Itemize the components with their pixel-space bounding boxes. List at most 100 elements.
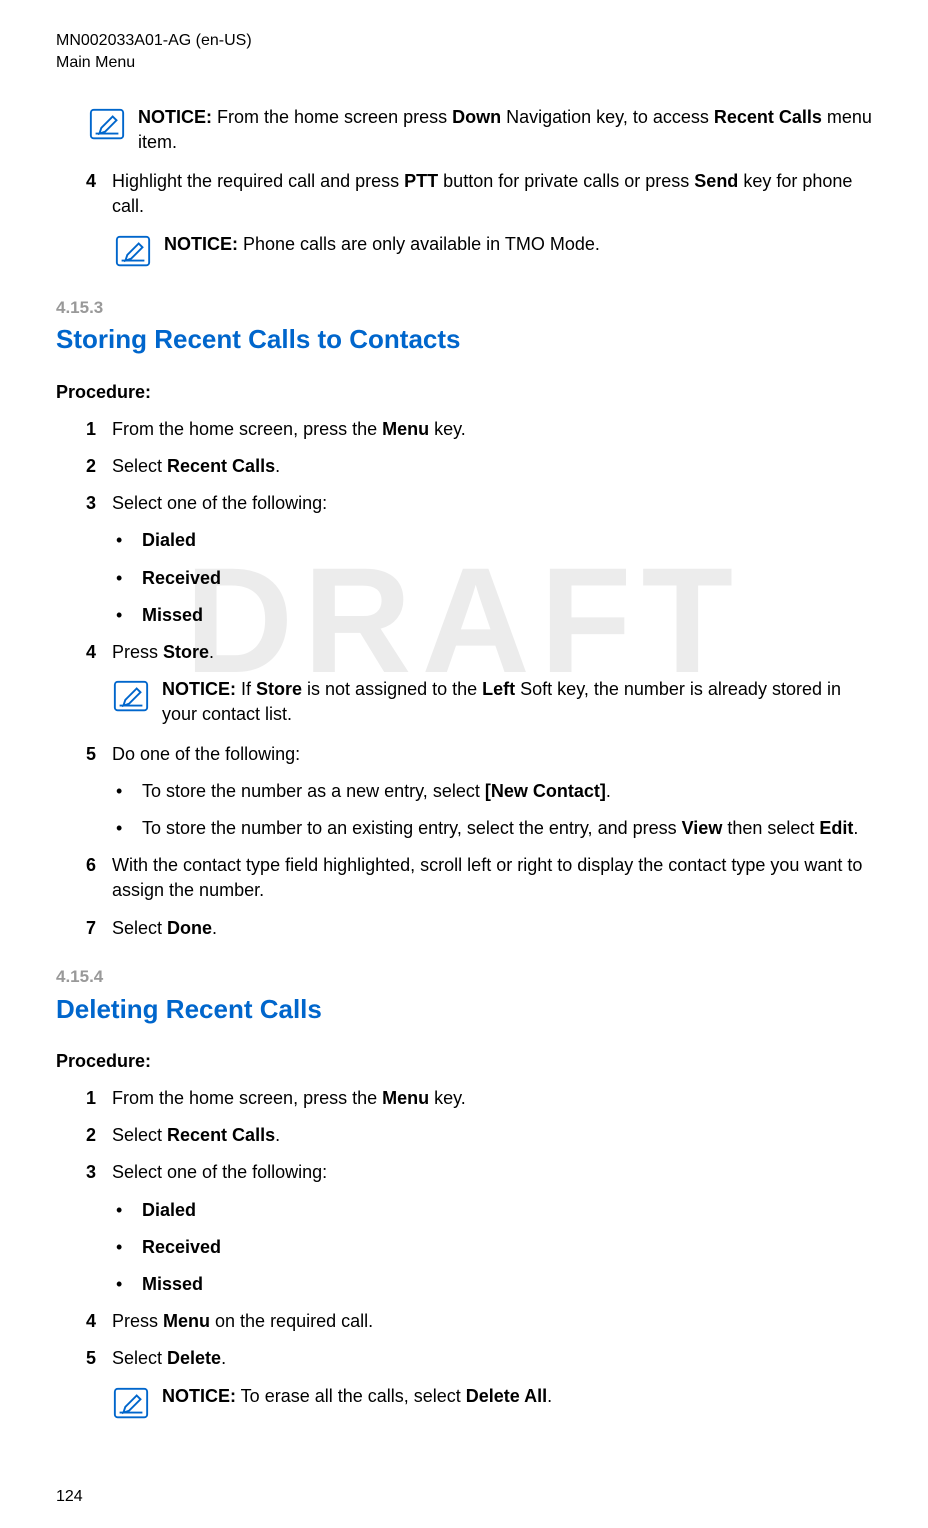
- step-text: Press Menu on the required call.: [112, 1309, 872, 1334]
- step-text: Select one of the following:: [112, 1160, 872, 1185]
- step-text: Select Delete.: [112, 1346, 872, 1371]
- bold-text: Recent Calls: [714, 107, 822, 127]
- step-item: 5 Select Delete.: [86, 1346, 872, 1371]
- text: To erase all the calls, select: [236, 1386, 466, 1406]
- bold-text: Menu: [382, 419, 429, 439]
- bold-text: PTT: [404, 171, 438, 191]
- step-text: From the home screen, press the Menu key…: [112, 417, 872, 442]
- notice-block: NOTICE: Phone calls are only available i…: [114, 232, 872, 272]
- procedure-label: Procedure:: [56, 380, 872, 405]
- bold-text: Delete All: [466, 1386, 547, 1406]
- step-text: Press Store.: [112, 640, 872, 665]
- bold-text: Store: [256, 679, 302, 699]
- text: Select: [112, 918, 167, 938]
- step-list: 1 From the home screen, press the Menu k…: [86, 1086, 872, 1424]
- text: Phone calls are only available in TMO Mo…: [238, 234, 600, 254]
- notice-prefix: NOTICE:: [162, 1386, 236, 1406]
- bullet-list: • Dialed • Received • Missed: [116, 528, 872, 628]
- text: .: [212, 918, 217, 938]
- bullet-item: • Received: [116, 1235, 872, 1260]
- bullet-text: To store the number to an existing entry…: [142, 816, 872, 841]
- step-item: 1 From the home screen, press the Menu k…: [86, 1086, 872, 1111]
- text: To store the number as a new entry, sele…: [142, 781, 485, 801]
- text: .: [275, 1125, 280, 1145]
- notice-prefix: NOTICE:: [164, 234, 238, 254]
- step-item: 3 Select one of the following:: [86, 491, 872, 516]
- notice-text: NOTICE: Phone calls are only available i…: [164, 232, 872, 257]
- step-number: 4: [86, 169, 112, 219]
- notice-prefix: NOTICE:: [162, 679, 236, 699]
- bullet-mark: •: [116, 1272, 142, 1297]
- doc-id: MN002033A01-AG (en-US): [56, 30, 872, 52]
- section-number: 4.15.3: [56, 296, 872, 320]
- bold-text: Done: [167, 918, 212, 938]
- text: Select: [112, 456, 167, 476]
- step-item: 2 Select Recent Calls.: [86, 1123, 872, 1148]
- bullet-item: • Missed: [116, 1272, 872, 1297]
- bullet-text: Missed: [142, 603, 872, 628]
- text: If: [236, 679, 256, 699]
- text: From the home screen, press the: [112, 1088, 382, 1108]
- step-number: 6: [86, 853, 112, 903]
- step-number: 7: [86, 916, 112, 941]
- text: Select: [112, 1125, 167, 1145]
- step-number: 4: [86, 1309, 112, 1334]
- bullet-text: Dialed: [142, 528, 872, 553]
- text: .: [606, 781, 611, 801]
- bullet-mark: •: [116, 603, 142, 628]
- notice-icon: [114, 234, 152, 272]
- page-content: MN002033A01-AG (en-US) Main Menu NOTICE:…: [0, 0, 928, 1424]
- bullet-text: Dialed: [142, 1198, 872, 1223]
- step-text: Highlight the required call and press PT…: [112, 169, 872, 219]
- bold-text: Recent Calls: [167, 456, 275, 476]
- bullet-mark: •: [116, 1198, 142, 1223]
- bullet-list: • To store the number as a new entry, se…: [116, 779, 872, 841]
- text: Select: [112, 1348, 167, 1368]
- bullet-list: • Dialed • Received • Missed: [116, 1198, 872, 1298]
- section-title: Storing Recent Calls to Contacts: [56, 321, 872, 357]
- procedure-label: Procedure:: [56, 1049, 872, 1074]
- text: From the home screen, press the: [112, 419, 382, 439]
- bold-text: Edit: [819, 818, 853, 838]
- notice-text: NOTICE: To erase all the calls, select D…: [162, 1384, 872, 1409]
- bullet-text: Received: [142, 566, 872, 591]
- step-text: Select Recent Calls.: [112, 454, 872, 479]
- step-number: 1: [86, 1086, 112, 1111]
- text: .: [209, 642, 214, 662]
- page-header: MN002033A01-AG (en-US) Main Menu: [56, 30, 872, 75]
- step-item: 4 Press Store.: [86, 640, 872, 665]
- text: button for private calls or press: [438, 171, 694, 191]
- bullet-item: • To store the number as a new entry, se…: [116, 779, 872, 804]
- bold-text: Delete: [167, 1348, 221, 1368]
- bullet-item: • Received: [116, 566, 872, 591]
- bullet-item: • Dialed: [116, 528, 872, 553]
- text: key.: [429, 1088, 466, 1108]
- bold-text: Store: [163, 642, 209, 662]
- notice-text: NOTICE: If Store is not assigned to the …: [162, 677, 872, 727]
- text: Press: [112, 642, 163, 662]
- text: Press: [112, 1311, 163, 1331]
- bold-text: Left: [482, 679, 515, 699]
- notice-prefix: NOTICE:: [138, 107, 212, 127]
- step-number: 3: [86, 1160, 112, 1185]
- notice-block: NOTICE: If Store is not assigned to the …: [112, 677, 872, 727]
- step-text: From the home screen, press the Menu key…: [112, 1086, 872, 1111]
- step-number: 2: [86, 1123, 112, 1148]
- step-item: 6 With the contact type field highlighte…: [86, 853, 872, 903]
- step-text: Do one of the following:: [112, 742, 872, 767]
- step-number: 4: [86, 640, 112, 665]
- step-text: With the contact type field highlighted,…: [112, 853, 872, 903]
- text: then select: [722, 818, 819, 838]
- bullet-text: Received: [142, 1235, 872, 1260]
- text: on the required call.: [210, 1311, 373, 1331]
- step-number: 3: [86, 491, 112, 516]
- text: key.: [429, 419, 466, 439]
- notice-text: NOTICE: From the home screen press Down …: [138, 105, 872, 155]
- bullet-mark: •: [116, 1235, 142, 1260]
- step-number: 5: [86, 742, 112, 767]
- step-text: Select Recent Calls.: [112, 1123, 872, 1148]
- notice-icon: [112, 679, 150, 717]
- step-item: 4 Highlight the required call and press …: [86, 169, 872, 219]
- bullet-item: • To store the number to an existing ent…: [116, 816, 872, 841]
- step-list: 1 From the home screen, press the Menu k…: [86, 417, 872, 941]
